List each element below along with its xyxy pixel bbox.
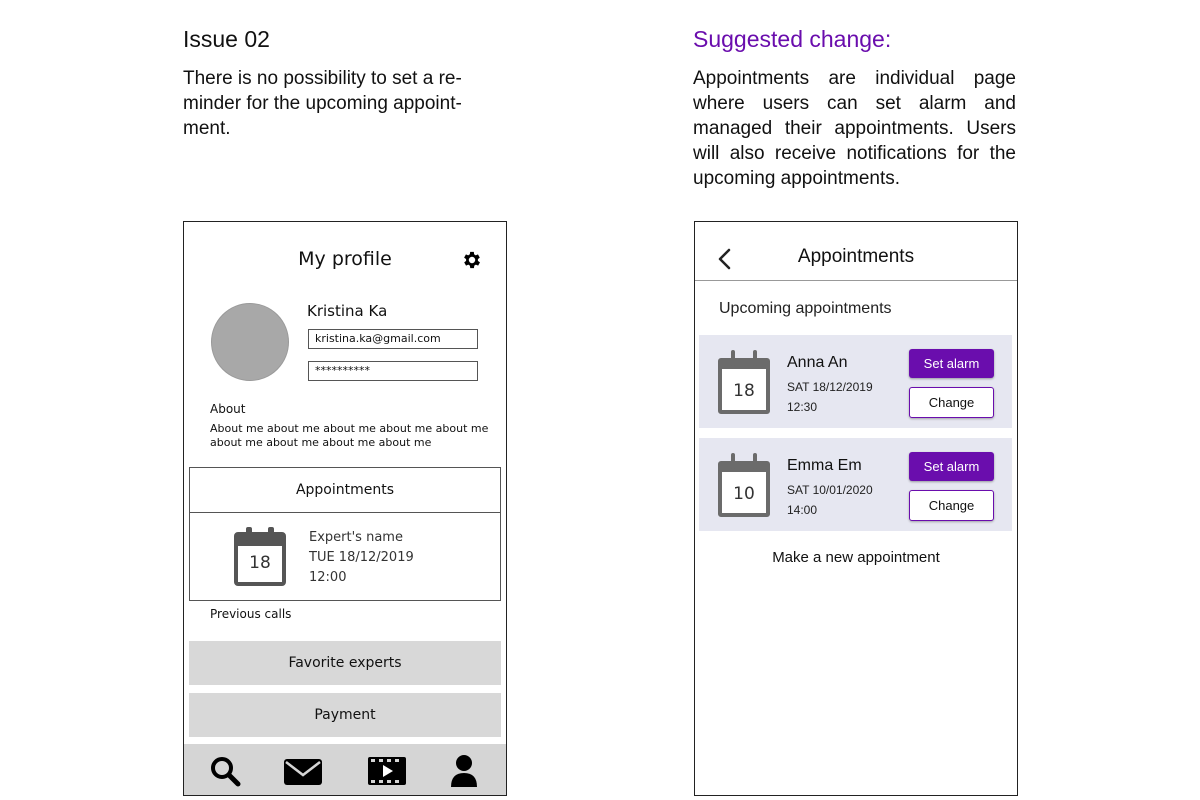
page-title: My profile	[298, 248, 392, 270]
calendar-icon: 10	[718, 452, 770, 517]
suggestion-text: Appointments are individual page where u…	[693, 68, 1016, 189]
appointment-datetime: SAT 10/01/2020 14:00	[787, 480, 873, 520]
bottom-nav	[184, 744, 506, 795]
about-heading: About	[210, 402, 246, 416]
appointment-card[interactable]: 10 Emma Em SAT 10/01/2020 14:00 Set alar…	[699, 438, 1012, 531]
appointments-panel[interactable]: Appointments 18 Expert's name TUE 18/12/…	[189, 467, 501, 601]
avatar[interactable]	[211, 303, 289, 381]
issue-text: There is no possibility to set a re-mind…	[183, 68, 462, 139]
calendar-icon: 18	[234, 526, 286, 586]
appointment-date: SAT 10/01/2020	[787, 483, 873, 497]
calendar-day: 10	[733, 484, 755, 504]
favorite-experts-button[interactable]: Favorite experts	[189, 641, 501, 685]
expert-name: Anna An	[787, 354, 848, 371]
appointments-screen: Appointments Upcoming appointments 18 An…	[694, 221, 1018, 796]
previous-calls-link[interactable]: Previous calls	[210, 607, 291, 621]
appointment-time: 14:00	[787, 503, 818, 517]
upcoming-heading: Upcoming appointments	[719, 300, 892, 317]
set-alarm-button[interactable]: Set alarm	[909, 349, 994, 378]
change-button[interactable]: Change	[909, 490, 994, 521]
calendar-icon: 18	[718, 349, 770, 414]
appointment-card[interactable]: 18 Anna An SAT 18/12/2019 12:30 Set alar…	[699, 335, 1012, 428]
expert-name: Expert's name	[309, 530, 403, 545]
suggestion-heading: Suggested change:	[693, 26, 892, 52]
user-name: Kristina Ka	[307, 302, 388, 320]
change-button[interactable]: Change	[909, 387, 994, 418]
search-icon[interactable]	[209, 755, 241, 787]
appointment-time: 12:30	[787, 400, 818, 414]
issue-heading: Issue 02	[183, 26, 270, 52]
appointment-date: SAT 18/12/2019	[787, 380, 873, 394]
expert-name: Emma Em	[787, 457, 862, 474]
appointment-datetime: SAT 18/12/2019 12:30	[787, 377, 873, 417]
video-icon[interactable]	[367, 756, 407, 786]
appointment-time: 12:00	[309, 570, 347, 585]
payment-button[interactable]: Payment	[189, 693, 501, 737]
appointment-date: TUE 18/12/2019	[309, 550, 414, 565]
password-field[interactable]: **********	[308, 361, 478, 381]
set-alarm-button[interactable]: Set alarm	[909, 452, 994, 481]
email-field[interactable]: kristina.ka@gmail.com	[308, 329, 478, 349]
profile-icon[interactable]	[449, 754, 479, 788]
about-text: About me about me about me about me abou…	[210, 422, 489, 449]
calendar-day: 18	[249, 553, 271, 573]
mail-icon[interactable]	[283, 756, 323, 786]
new-appointment-link[interactable]: Make a new appointment	[695, 549, 1017, 566]
gear-icon[interactable]	[461, 249, 483, 271]
profile-screen: My profile Kristina Ka kristina.ka@gmail…	[183, 221, 507, 796]
appointment-details: Expert's name TUE 18/12/2019 12:00	[309, 528, 414, 588]
calendar-day: 18	[733, 381, 755, 401]
page-title: Appointments	[797, 246, 915, 267]
appointments-heading: Appointments	[190, 468, 500, 513]
